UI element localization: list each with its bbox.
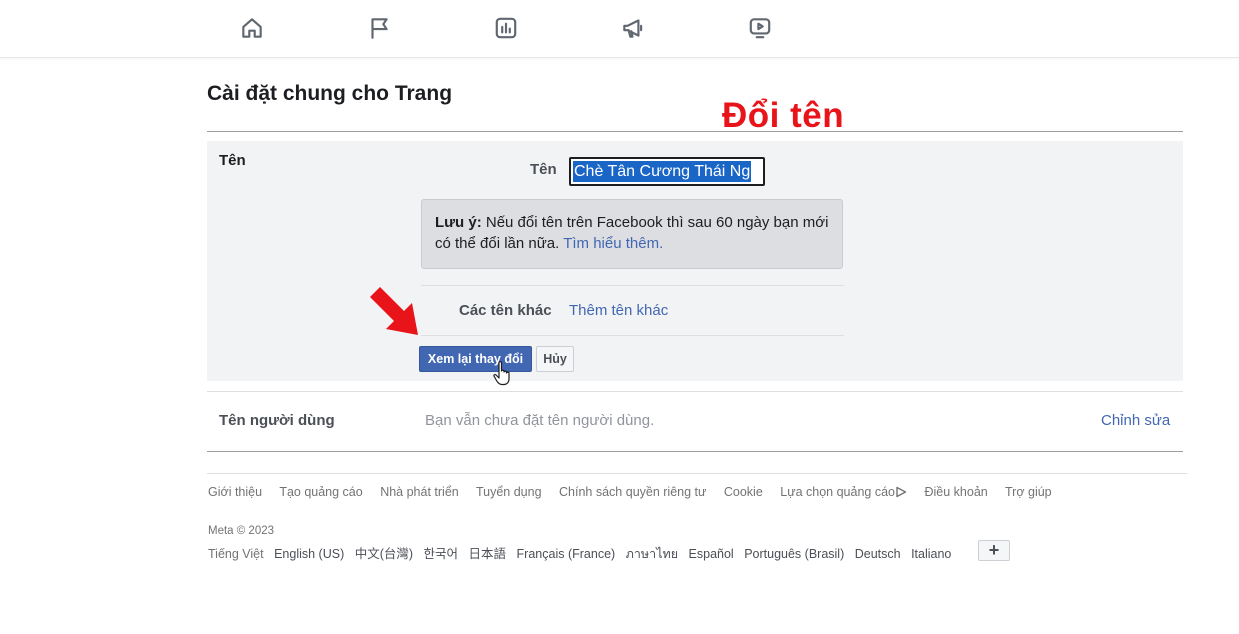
title-divider (207, 131, 1183, 132)
more-languages-button[interactable]: + (978, 540, 1010, 561)
language-link[interactable]: Español (689, 547, 734, 561)
overlay-caption: Đổi tên (722, 96, 845, 135)
footer-link-ad-choices-label: Lựa chọn quảng cáo (780, 485, 895, 499)
divider (207, 391, 1183, 392)
edit-username-link[interactable]: Chỉnh sửa (1101, 412, 1170, 429)
page-name-input-value: Chè Tân Cương Thái Ng (573, 161, 752, 182)
cancel-button[interactable]: Hủy (536, 346, 574, 372)
copyright: Meta © 2023 (208, 525, 275, 537)
language-link[interactable]: 中文(台灣) (355, 547, 413, 561)
page-title: Cài đặt chung cho Trang (207, 82, 453, 105)
divider (421, 335, 844, 336)
footer-link-about[interactable]: Giới thiệu (208, 485, 262, 499)
notice-bold-label: Lưu ý: (435, 214, 482, 231)
other-names-label: Các tên khác (459, 302, 552, 319)
username-section-label: Tên người dùng (219, 412, 335, 429)
footer-link-developers[interactable]: Nhà phát triển (380, 485, 459, 499)
language-link[interactable]: Deutsch (855, 547, 901, 561)
flag-icon[interactable] (364, 13, 394, 43)
learn-more-link[interactable]: Tìm hiểu thêm. (563, 235, 663, 252)
top-navigation-bar (0, 0, 1239, 58)
username-value: Bạn vẫn chưa đặt tên người dùng. (425, 412, 655, 429)
add-other-name-link[interactable]: Thêm tên khác (569, 302, 668, 319)
footer-link-privacy[interactable]: Chính sách quyền riêng tư (559, 485, 706, 499)
review-changes-button[interactable]: Xem lại thay đổi (419, 346, 532, 372)
footer-link-ad-choices[interactable]: Lựa chọn quảng cáo (780, 485, 907, 499)
divider (421, 285, 844, 286)
insights-icon[interactable] (491, 13, 521, 43)
hand-cursor-icon (493, 361, 510, 386)
language-link[interactable]: Português (Brasil) (744, 547, 844, 561)
language-link[interactable]: Italiano (911, 547, 951, 561)
name-field-label: Tên (530, 161, 557, 178)
language-link[interactable]: English (US) (274, 547, 344, 561)
footer-link-help[interactable]: Trợ giúp (1005, 485, 1052, 499)
language-link[interactable]: Français (France) (517, 547, 616, 561)
ad-choices-icon (896, 486, 907, 498)
home-icon[interactable] (237, 13, 267, 43)
rename-notice: Lưu ý: Nếu đổi tên trên Facebook thì sau… (421, 199, 843, 269)
footer-link-terms[interactable]: Điều khoản (924, 485, 987, 499)
megaphone-icon[interactable] (618, 13, 648, 43)
language-link[interactable]: 日本語 (469, 547, 507, 561)
footer-link-cookies[interactable]: Cookie (724, 485, 763, 499)
language-link[interactable]: ภาษาไทย (626, 547, 678, 561)
name-section-label: Tên (219, 152, 246, 169)
video-icon[interactable] (745, 13, 775, 43)
divider (207, 451, 1183, 452)
current-language: Tiếng Việt (208, 547, 264, 561)
language-link[interactable]: 한국어 (424, 547, 459, 561)
footer-links: Giới thiệu Tạo quảng cáo Nhà phát triển … (208, 485, 1066, 499)
language-list: Tiếng Việt English (US) 中文(台灣) 한국어 日本語 F… (208, 543, 958, 564)
page-name-input[interactable]: Chè Tân Cương Thái Ng (569, 157, 765, 186)
footer-divider (207, 473, 1187, 474)
footer-link-careers[interactable]: Tuyển dụng (476, 485, 542, 499)
red-arrow-annotation-icon (370, 287, 418, 335)
footer-link-create-ad[interactable]: Tạo quảng cáo (279, 485, 362, 499)
